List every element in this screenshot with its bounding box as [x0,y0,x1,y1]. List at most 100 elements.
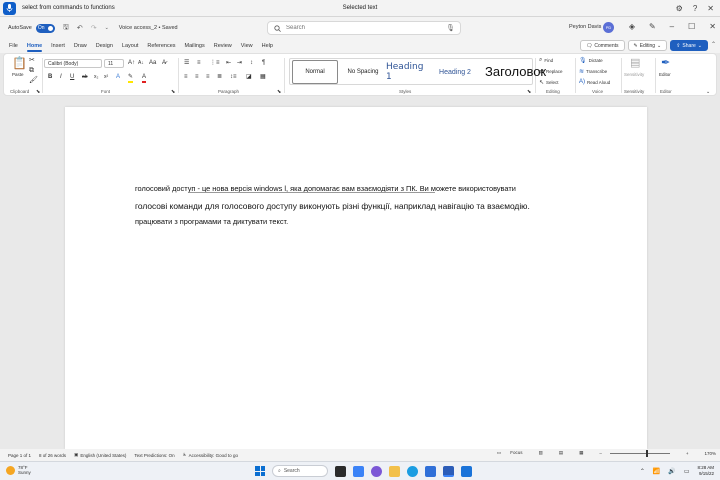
underline-icon[interactable]: U [70,73,74,81]
search-box[interactable]: 🎙 [267,21,461,35]
increase-indent-icon[interactable]: ⇥ [237,59,242,67]
dictate-button[interactable]: 🎙 Dictate [579,57,603,64]
tab-file[interactable]: File [9,39,18,53]
zoom-out-icon[interactable]: – [599,451,602,456]
style-normal[interactable]: Normal [292,60,338,84]
strikethrough-icon[interactable]: ab [82,73,88,81]
edge-icon[interactable] [407,465,418,477]
close-window-icon[interactable]: ✕ [709,21,716,33]
maximize-icon[interactable]: ☐ [688,21,695,33]
zoom-level[interactable]: 170% [704,451,716,456]
document-name[interactable]: Voice access_2 • Saved [119,25,178,31]
zoom-thumb[interactable] [645,449,648,457]
windows-start-icon[interactable] [255,466,265,476]
dialog-launcher-icon[interactable]: ⬊ [171,88,175,96]
copy-icon[interactable]: ⧉ [29,67,34,75]
web-layout-icon[interactable]: ▦ [579,450,583,456]
decrease-indent-icon[interactable]: ⇤ [226,59,231,67]
italic-icon[interactable]: I [60,73,62,81]
style-no-spacing[interactable]: No Spacing [340,60,386,84]
zoom-in-icon[interactable]: + [686,451,689,456]
help-icon[interactable]: ? [693,3,697,14]
gear-icon[interactable]: ⚙ [676,3,683,14]
chevron-up-icon[interactable]: ⌃ [640,468,645,475]
dialog-launcher-icon[interactable]: ⬊ [277,88,281,96]
taskbar-search[interactable]: ⌕ Search [272,465,328,477]
subscript-icon[interactable]: x₂ [94,73,98,81]
accessibility-icon[interactable]: ♿ [183,452,187,458]
weather-widget[interactable]: 78°F Sunny [6,465,31,475]
task-view-icon[interactable] [335,465,346,477]
accessibility-status[interactable]: Accessibility: Good to go [189,453,238,458]
multilevel-list-icon[interactable]: ⋮≡ [210,59,220,67]
select-button[interactable]: ↖ Select [539,79,559,86]
editor-button[interactable]: Editor [659,72,671,77]
autosave-toggle[interactable]: On [35,23,55,33]
battery-icon[interactable]: ▭ [684,468,690,475]
paste-button[interactable]: Paste [12,72,24,77]
word-icon[interactable] [443,465,454,477]
align-left-icon[interactable]: ≡ [184,73,188,81]
superscript-icon[interactable]: x² [104,73,108,81]
numbering-icon[interactable]: ≡ [197,59,201,67]
tab-mailings[interactable]: Mailings [185,39,205,53]
tab-insert[interactable]: Insert [51,39,65,53]
pen-icon[interactable]: ✎ [649,21,656,33]
transcribe-button[interactable]: ≋ Transcribe [579,68,607,75]
line-spacing-icon[interactable]: ↕≡ [230,73,237,81]
tab-design[interactable]: Design [96,39,113,53]
align-center-icon[interactable]: ≡ [195,73,199,81]
text-predictions[interactable]: Text Predictions: On [134,453,174,458]
highlight-icon[interactable]: ✎ [128,73,134,83]
clock[interactable]: 8:28 AM 9/15/22 [697,465,714,477]
sensitivity-icon[interactable]: ▤ [630,57,640,69]
find-button[interactable]: ⌕ Find [539,57,553,64]
editing-mode-button[interactable]: ✎ Editing ⌄ [627,40,668,51]
zoom-slider[interactable] [609,449,670,457]
font-size-dropdown[interactable]: 11 [104,59,124,68]
redo-icon[interactable]: ↷ [91,24,97,32]
avatar[interactable]: PD [603,22,614,33]
close-icon[interactable]: ✕ [707,3,714,14]
clear-format-icon[interactable]: A̷ [162,59,166,67]
bold-icon[interactable]: B [48,73,52,81]
sensitivity-button[interactable]: Sensitivity [624,72,644,77]
print-layout-icon[interactable]: ▤ [559,450,563,456]
tab-review[interactable]: Review [214,39,232,53]
dialog-launcher-icon[interactable]: ⬊ [527,88,531,96]
search-input[interactable] [286,25,436,31]
change-case-icon[interactable]: Aa [149,59,156,67]
font-name-dropdown[interactable]: Calibri (Body) [44,59,102,68]
read-mode-icon[interactable]: ▥ [539,450,543,456]
font-color-icon[interactable]: A [142,73,147,83]
pilcrow-icon[interactable]: ¶ [262,59,265,67]
file-explorer-icon[interactable] [389,465,400,477]
tab-references[interactable]: References [147,39,175,53]
tab-view[interactable]: View [241,39,253,53]
store-icon[interactable] [425,465,436,477]
bullets-icon[interactable]: ☰ [184,59,189,67]
format-painter-icon[interactable]: 🖌 [29,77,38,85]
user-name[interactable]: Peyton Davis [569,24,601,30]
tab-help[interactable]: Help [262,39,273,53]
document-paragraph[interactable]: голосовий доступ - це нова версія window… [135,181,567,231]
text-line[interactable]: голосовий доступ - це нова версія window… [135,181,567,198]
editor-icon[interactable]: ✒ [661,57,670,69]
paste-icon[interactable]: 📋 [12,57,27,70]
volume-icon[interactable]: 🔊 [668,468,675,475]
document-page[interactable]: голосовий доступ - це нова версія window… [65,107,647,449]
undo-icon[interactable]: ↶ [77,24,83,32]
comments-button[interactable]: 🗨 Comments [579,40,625,51]
chevron-down-icon[interactable]: ⌄ [105,25,109,31]
save-icon[interactable]: 🖫 [63,23,69,34]
sort-icon[interactable]: ↕ [250,59,253,67]
cut-icon[interactable]: ✂ [29,57,35,65]
tab-draw[interactable]: Draw [74,39,87,53]
proofing-icon[interactable]: ▣ [74,452,78,458]
chat-icon[interactable] [371,465,382,477]
microphone-icon[interactable] [3,1,16,15]
tab-layout[interactable]: Layout [122,39,139,53]
ribbon-collapse-icon[interactable]: ⌃ [711,40,716,51]
style-heading-2[interactable]: Heading 2 [432,60,478,84]
dialog-launcher-icon[interactable]: ⬊ [36,88,40,96]
